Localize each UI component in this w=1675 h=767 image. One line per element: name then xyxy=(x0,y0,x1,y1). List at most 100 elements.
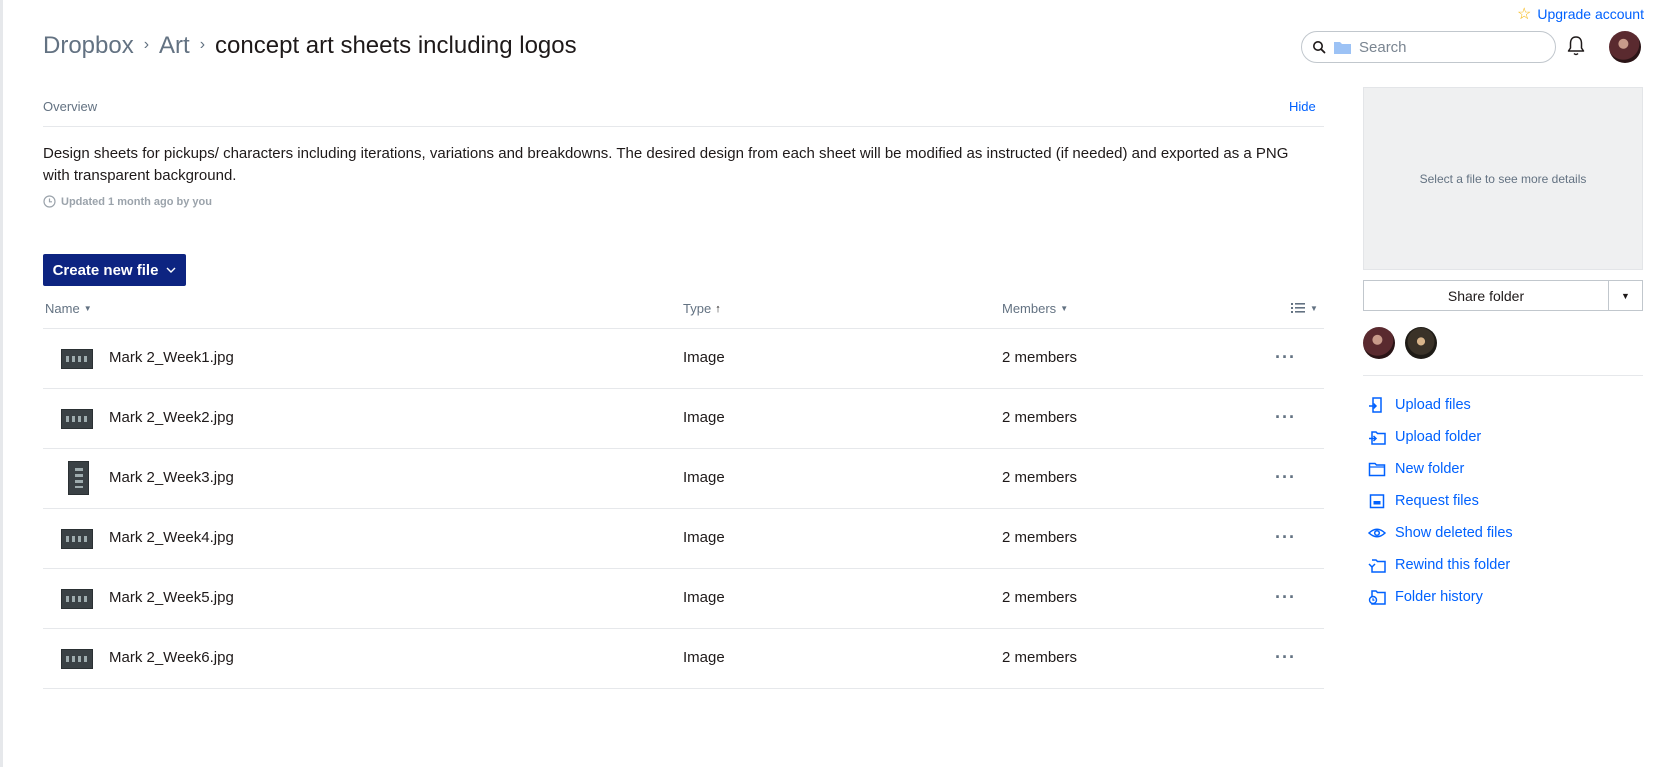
chevron-down-icon xyxy=(166,267,176,273)
file-details-panel: Select a file to see more details xyxy=(1363,87,1643,270)
more-options-icon[interactable]: ··· xyxy=(1275,527,1296,548)
column-header-members[interactable]: Members ▼ xyxy=(1002,301,1068,316)
request-files-icon xyxy=(1369,494,1385,509)
caret-down-icon: ▼ xyxy=(1621,290,1630,301)
folder-description[interactable]: Design sheets for pickups/ characters in… xyxy=(43,143,1303,187)
bell-icon[interactable] xyxy=(1564,34,1588,58)
details-placeholder: Select a file to see more details xyxy=(1419,171,1587,186)
upload-folder-label: Upload folder xyxy=(1395,429,1482,445)
column-header-type[interactable]: Type ↑ xyxy=(683,301,721,316)
page-title: concept art sheets including logos xyxy=(215,32,577,59)
file-name[interactable]: Mark 2_Week4.jpg xyxy=(109,529,234,546)
updated-info: Updated 1 month ago by you xyxy=(43,195,212,208)
new-folder-action[interactable]: New folder xyxy=(1368,453,1513,485)
more-options-icon[interactable]: ··· xyxy=(1275,587,1296,608)
member-avatar[interactable] xyxy=(1405,327,1437,359)
file-type: Image xyxy=(683,409,725,426)
updated-label: Updated 1 month ago by you xyxy=(61,195,212,208)
table-row[interactable]: Mark 2_Week6.jpg Image 2 members ··· xyxy=(43,629,1324,689)
share-options-dropdown[interactable]: ▼ xyxy=(1608,281,1642,310)
divider xyxy=(43,126,1324,127)
show-deleted-files-label: Show deleted files xyxy=(1395,525,1513,541)
file-members: 2 members xyxy=(1002,529,1078,546)
column-members-label: Members xyxy=(1002,301,1057,316)
rewind-icon xyxy=(1368,559,1386,573)
folder-history-action[interactable]: Folder history xyxy=(1368,581,1513,613)
file-type: Image xyxy=(683,529,725,546)
image-thumbnail xyxy=(61,349,93,369)
clock-icon xyxy=(43,195,56,208)
more-options-icon[interactable]: ··· xyxy=(1275,407,1296,428)
request-files-label: Request files xyxy=(1395,493,1479,509)
column-name-label: Name xyxy=(45,301,80,316)
table-row[interactable]: Mark 2_Week2.jpg Image 2 members ··· xyxy=(43,389,1324,449)
file-type: Image xyxy=(683,649,725,666)
search-box[interactable] xyxy=(1301,31,1556,63)
hide-overview-link[interactable]: Hide xyxy=(1289,99,1316,114)
eye-icon xyxy=(1368,528,1386,538)
file-members: 2 members xyxy=(1002,589,1078,606)
sort-caret-icon: ▼ xyxy=(83,304,92,313)
breadcrumb-art[interactable]: Art xyxy=(159,32,190,60)
file-name[interactable]: Mark 2_Week2.jpg xyxy=(109,409,234,426)
image-thumbnail xyxy=(68,461,89,495)
request-files-action[interactable]: Request files xyxy=(1368,485,1513,517)
file-members: 2 members xyxy=(1002,649,1078,666)
new-folder-icon xyxy=(1368,462,1386,477)
file-members: 2 members xyxy=(1002,349,1078,366)
chevron-right-icon: › xyxy=(199,36,206,53)
create-new-file-button[interactable]: Create new file xyxy=(43,254,186,286)
left-border xyxy=(0,0,3,767)
folder-history-label: Folder history xyxy=(1395,589,1483,605)
folder-icon xyxy=(1334,42,1351,54)
file-name[interactable]: Mark 2_Week3.jpg xyxy=(109,469,234,486)
upload-files-icon xyxy=(1369,397,1382,413)
file-name[interactable]: Mark 2_Week6.jpg xyxy=(109,649,234,666)
file-members: 2 members xyxy=(1002,409,1078,426)
table-row[interactable]: Mark 2_Week4.jpg Image 2 members ··· xyxy=(43,509,1324,569)
upload-folder-icon xyxy=(1369,431,1386,445)
sort-caret-icon: ▼ xyxy=(1060,304,1069,313)
column-header-name[interactable]: Name ▼ xyxy=(45,301,92,316)
folder-history-icon xyxy=(1368,590,1386,605)
table-row[interactable]: Mark 2_Week3.jpg Image 2 members ··· xyxy=(43,449,1324,509)
avatar[interactable] xyxy=(1609,31,1641,63)
more-options-icon[interactable]: ··· xyxy=(1275,467,1296,488)
upload-files-label: Upload files xyxy=(1395,397,1471,413)
divider xyxy=(1363,375,1643,376)
list-view-icon xyxy=(1291,303,1305,313)
breadcrumb: Dropbox › Art › concept art sheets inclu… xyxy=(43,32,577,60)
file-name[interactable]: Mark 2_Week5.jpg xyxy=(109,589,234,606)
folder-actions-list: Upload files Upload folder New folder Re… xyxy=(1368,389,1513,613)
share-folder-button[interactable]: Share folder xyxy=(1364,281,1608,310)
file-type: Image xyxy=(683,589,725,606)
more-options-icon[interactable]: ··· xyxy=(1275,347,1296,368)
table-row[interactable]: Mark 2_Week1.jpg Image 2 members ··· xyxy=(43,329,1324,389)
image-thumbnail xyxy=(61,529,93,549)
upgrade-account-label: Upgrade account xyxy=(1537,6,1644,22)
image-thumbnail xyxy=(61,649,93,669)
upload-folder-action[interactable]: Upload folder xyxy=(1368,421,1513,453)
share-folder-control: Share folder ▼ xyxy=(1363,280,1643,311)
new-folder-label: New folder xyxy=(1395,461,1465,477)
show-deleted-files-action[interactable]: Show deleted files xyxy=(1368,517,1513,549)
sort-arrow-up-icon: ↑ xyxy=(715,302,721,315)
file-name[interactable]: Mark 2_Week1.jpg xyxy=(109,349,234,366)
caret-down-icon: ▼ xyxy=(1310,303,1318,313)
overview-label: Overview xyxy=(43,99,98,114)
search-input[interactable] xyxy=(1359,38,1539,56)
create-new-file-label: Create new file xyxy=(52,261,159,279)
chevron-right-icon: › xyxy=(143,36,150,53)
file-members: 2 members xyxy=(1002,469,1078,486)
breadcrumb-dropbox[interactable]: Dropbox xyxy=(43,32,134,60)
member-avatar[interactable] xyxy=(1363,327,1395,359)
image-thumbnail xyxy=(61,409,93,429)
rewind-folder-action[interactable]: Rewind this folder xyxy=(1368,549,1513,581)
view-toggle-button[interactable]: ▼ xyxy=(1291,302,1318,314)
table-row[interactable]: Mark 2_Week5.jpg Image 2 members ··· xyxy=(43,569,1324,629)
file-type: Image xyxy=(683,469,725,486)
search-icon xyxy=(1313,41,1326,54)
upgrade-account-link[interactable]: ☆ Upgrade account xyxy=(1517,4,1644,24)
more-options-icon[interactable]: ··· xyxy=(1275,647,1296,668)
upload-files-action[interactable]: Upload files xyxy=(1368,389,1513,421)
